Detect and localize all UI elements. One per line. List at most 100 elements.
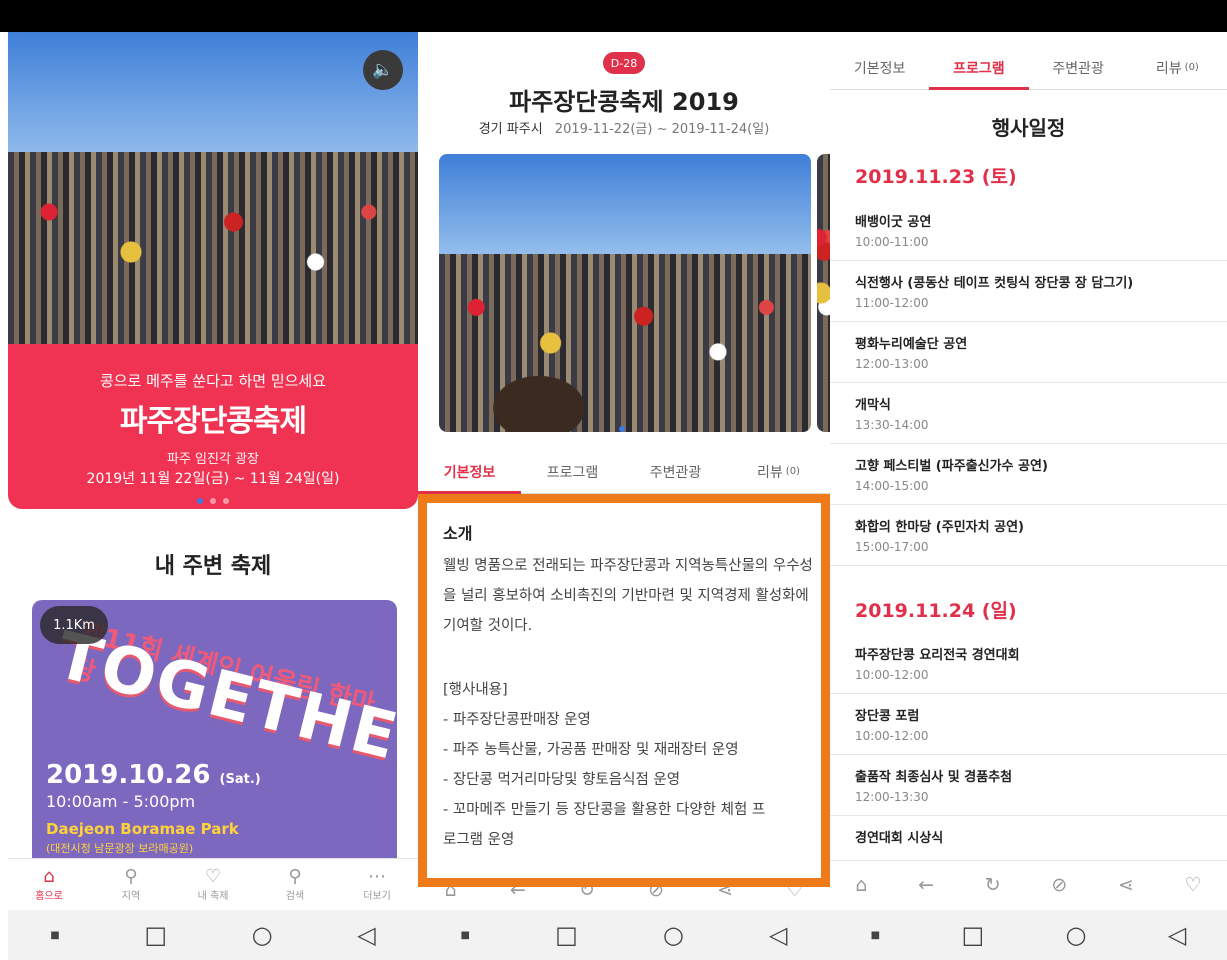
event-time: 12:00-13:00	[855, 357, 929, 371]
back-button[interactable]: ◁	[769, 921, 787, 949]
heart-icon[interactable]: ♡	[1185, 874, 1202, 896]
speaker-icon: 🔈	[372, 60, 394, 80]
back-arrow-icon[interactable]: ←	[918, 874, 934, 896]
nav-home[interactable]: ⌂ 홈으로	[14, 859, 84, 910]
hero-title: 파주장단콩축제	[119, 404, 307, 439]
tab-basic-info[interactable]: 기본정보	[418, 450, 521, 494]
system-nav-bar: ■ □ ○ ◁	[8, 910, 418, 960]
nearby-festivals-heading: 내 주변 축제	[154, 554, 272, 579]
schedule-event: 식전행사 (콩동산 테이프 컷팅식 장단콩 장 담그기) 11:00-12:00	[830, 262, 1227, 322]
tab-program[interactable]: 프로그램	[929, 46, 1029, 90]
event-time: 15:00-17:00	[855, 540, 929, 554]
event-time: 11:00-12:00	[855, 296, 929, 310]
festival-title: 파주장단콩축제 2019	[509, 88, 739, 116]
recent-apps-icon[interactable]: ■	[871, 930, 880, 941]
schedule-day-heading: 2019.11.24 (일)	[855, 600, 1017, 622]
poster-date: 2019.10.26 (Sat.)	[46, 760, 261, 790]
tab-basic-info[interactable]: 기본정보	[830, 46, 929, 89]
nav-more[interactable]: ⋯ 더보기	[342, 859, 412, 910]
event-name: 고향 페스티벌 (파주출신가수 공연)	[855, 459, 1048, 474]
back-button[interactable]: ◁	[1168, 921, 1186, 949]
tab-review[interactable]: 리뷰 (0)	[1128, 46, 1227, 89]
event-name: 경연대회 시상식	[855, 831, 944, 846]
tab-review[interactable]: 리뷰 (0)	[727, 450, 830, 493]
schedule-event: 화합의 한마당 (주민자치 공연) 15:00-17:00	[830, 506, 1227, 566]
festival-dates: 2019-11-22(금) ~ 2019-11-24(일)	[554, 122, 770, 137]
home-icon: ⌂	[43, 866, 55, 887]
system-nav-bar: ■ □ ○ ◁	[830, 910, 1227, 960]
bottom-navigation: ⌂ 홈으로 ⚲ 지역 ♡ 내 축제 ⚲ 검색 ⋯ 더보기	[8, 858, 418, 910]
detail-tabs: 기본정보 프로그램 주변관광 리뷰 (0)	[830, 46, 1227, 90]
recent-apps-icon[interactable]: ■	[461, 930, 470, 941]
tab-program[interactable]: 프로그램	[521, 450, 624, 493]
poster-time: 10:00am - 5:00pm	[46, 792, 196, 811]
recent-apps-icon[interactable]: ■	[50, 930, 59, 941]
hero-tagline: 콩으로 메주를 쑨다고 하면 믿으세요	[99, 372, 327, 390]
status-bar	[0, 0, 1227, 32]
compass-icon[interactable]: ⊘	[1051, 874, 1067, 896]
hero-banner[interactable]: 콩으로 메주를 쑨다고 하면 믿으세요 파주장단콩축제 파주 임진각 광장 20…	[8, 344, 418, 509]
schedule-event: 개막식 13:30-14:00	[830, 384, 1227, 444]
festival-detail-screen: D-28 파주장단콩축제 2019 경기 파주시 2019-11-22(금) ~…	[418, 32, 830, 960]
event-time: 10:00-12:00	[855, 668, 929, 682]
nav-my-festival[interactable]: ♡ 내 축제	[178, 859, 248, 910]
overview-button[interactable]: □	[961, 921, 984, 949]
schedule-event: 고향 페스티벌 (파주출신가수 공연) 14:00-15:00	[830, 445, 1227, 505]
hero-photo[interactable]	[8, 32, 418, 352]
tab-nearby-tourism[interactable]: 주변관광	[1029, 46, 1128, 89]
more-icon: ⋯	[368, 866, 386, 887]
carousel-indicator	[8, 498, 418, 504]
dday-badge: D-28	[603, 52, 645, 74]
schedule-day-heading: 2019.11.23 (토)	[855, 166, 1017, 188]
event-time: 12:00-13:30	[855, 790, 929, 804]
festival-photo[interactable]	[439, 154, 811, 432]
home-screen: 🔈 콩으로 메주를 쑨다고 하면 믿으세요 파주장단콩축제 파주 임진각 광장 …	[8, 32, 418, 960]
event-name: 식전행사 (콩동산 테이프 컷팅식 장단콩 장 담그기)	[855, 276, 1134, 291]
next-photo-peek[interactable]	[817, 154, 830, 432]
home-button[interactable]: ○	[663, 921, 684, 949]
schedule-event: 출품작 최종심사 및 경품추첨 12:00-13:30	[830, 756, 1227, 816]
home-icon[interactable]: ⌂	[855, 874, 867, 896]
nav-search[interactable]: ⚲ 검색	[260, 859, 330, 910]
back-button[interactable]: ◁	[357, 921, 375, 949]
detail-action-bar: ⌂ ← ↻ ⊘ ⋖ ♡	[830, 860, 1227, 908]
event-name: 화합의 한마당 (주민자치 공연)	[855, 520, 1024, 535]
hero-date: 2019년 11월 22일(금) ~ 11월 24일(일)	[86, 471, 340, 487]
poster-place-korean: (대전시청 남문광장 보라매공원)	[46, 842, 194, 855]
map-icon: ⚲	[124, 866, 138, 887]
event-name: 개막식	[855, 398, 891, 413]
nearby-festival-card[interactable]: 제11회 세계인 어울림 한마당 TOGETHER 1.1Km 2019.10.…	[32, 600, 397, 862]
event-time: 13:30-14:00	[855, 418, 929, 432]
carousel-dot	[223, 498, 229, 504]
festival-region: 경기 파주시	[478, 122, 543, 137]
carousel-dot	[210, 498, 216, 504]
home-button[interactable]: ○	[252, 921, 273, 949]
poster-place: Daejeon Boramae Park	[46, 820, 239, 838]
program-screen: 기본정보 프로그램 주변관광 리뷰 (0) 행사일정 2019.11.23 (토)…	[830, 32, 1227, 960]
share-icon[interactable]: ⋖	[1118, 874, 1134, 896]
schedule-event: 평화누리예술단 공연 12:00-13:00	[830, 323, 1227, 383]
event-name: 출품작 최종심사 및 경품추첨	[855, 770, 1013, 785]
event-name: 장단콩 포럼	[855, 709, 920, 724]
overview-button[interactable]: □	[144, 921, 167, 949]
schedule-heading: 행사일정	[991, 116, 1066, 140]
search-icon: ⚲	[288, 866, 302, 887]
event-time: 14:00-15:00	[855, 479, 929, 493]
schedule-event: 파주장단콩 요리전국 경연대회 10:00-12:00	[830, 634, 1227, 694]
event-name: 배뱅이굿 공연	[855, 215, 932, 230]
carousel-dot	[197, 498, 203, 504]
hero-location: 파주 임진각 광장	[167, 452, 259, 467]
carousel-dot	[619, 426, 625, 432]
sound-toggle-button[interactable]: 🔈	[363, 50, 403, 90]
refresh-icon[interactable]: ↻	[985, 874, 1001, 896]
tab-nearby-tourism[interactable]: 주변관광	[624, 450, 727, 493]
event-time: 10:00-12:00	[855, 729, 929, 743]
schedule-event: 장단콩 포럼 10:00-12:00	[830, 695, 1227, 755]
overview-button[interactable]: □	[555, 921, 578, 949]
nav-region[interactable]: ⚲ 지역	[96, 859, 166, 910]
event-name: 파주장단콩 요리전국 경연대회	[855, 648, 1020, 663]
event-time: 10:00-11:00	[855, 235, 929, 249]
home-button[interactable]: ○	[1066, 921, 1087, 949]
heart-icon: ♡	[204, 866, 222, 887]
detail-tabs: 기본정보 프로그램 주변관광 리뷰 (0)	[418, 450, 830, 494]
